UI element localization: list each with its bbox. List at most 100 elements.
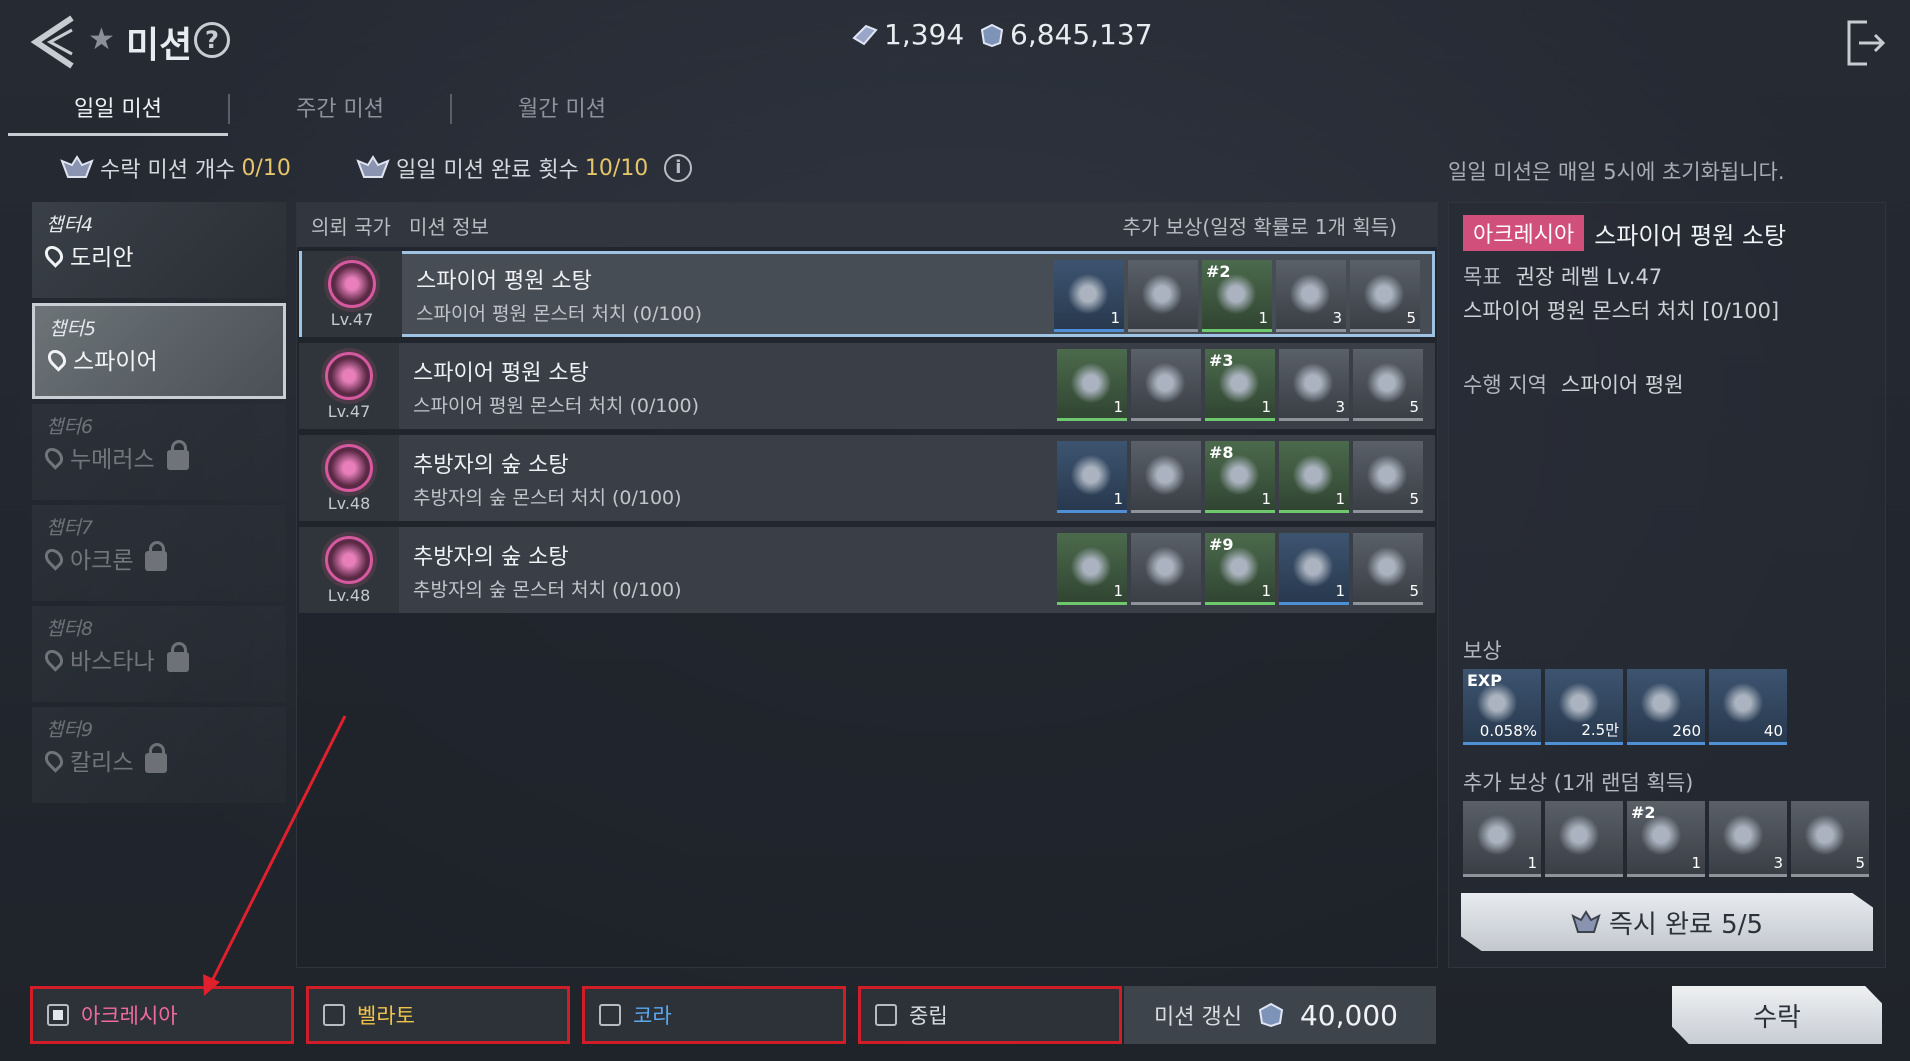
chapter-number: 챕터6 [46,416,94,438]
reward-item[interactable]: 2.5만 [1545,669,1623,745]
reward-item[interactable]: 1 [1279,533,1349,605]
mission-list: 의뢰 국가 미션 정보 추가 보상(일정 확률로 1개 획득) Lv.47 스파… [296,202,1438,968]
reward-icon [1362,272,1406,316]
reward-icon [1143,361,1187,405]
reward-quantity: 1 [1261,582,1271,600]
favorite-star-icon[interactable]: ★ [88,22,115,57]
reward-item[interactable]: EXP 0.058% [1463,669,1541,745]
instant-complete-button[interactable]: 즉시 완료 5/5 [1461,893,1873,951]
completed-counter: 일일 미션 완료 횟수 10/10 i [356,152,693,184]
reward-quantity: 3 [1332,309,1342,327]
tab-monthly[interactable]: 월간 미션 [452,88,672,136]
reward-quantity: 1 [1110,309,1120,327]
mission-row[interactable]: Lv.48 추방자의 숲 소탕 추방자의 숲 몬스터 처치 (0/100) 1 #9… [299,527,1435,613]
reward-item[interactable]: #8 1 [1205,441,1275,513]
mission-row[interactable]: Lv.48 추방자의 숲 소탕 추방자의 숲 몬스터 처치 (0/100) 1 #8… [299,435,1435,521]
chapter-item-locked[interactable]: 챕터9 칼리스 [32,707,286,803]
reward-item[interactable] [1131,441,1201,513]
emblem-icon [60,155,94,178]
refresh-missions-button[interactable]: 미션 갱신 40,000 [1124,986,1436,1044]
reward-item[interactable]: 260 [1627,669,1705,745]
reward-quantity: 3 [1773,854,1783,872]
reward-quantity: 1 [1113,582,1123,600]
reward-item[interactable]: 40 [1709,669,1787,745]
filter-checkbox[interactable] [875,1004,897,1026]
location-pin-icon [41,444,67,470]
currency-a-value: 1,394 [884,18,965,51]
reward-item[interactable]: #9 1 [1205,533,1275,605]
reward-item[interactable]: 5 [1791,801,1869,877]
reward-item[interactable]: 1 [1057,349,1127,421]
mission-row[interactable]: Lv.47 스파이어 평원 소탕 스파이어 평원 몬스터 처치 (0/100) 1… [299,343,1435,429]
filter-cora[interactable]: 코라 [582,986,846,1044]
reward-quantity: 5 [1409,398,1419,416]
reward-item[interactable]: 3 [1279,349,1349,421]
lock-icon [166,440,189,470]
filter-acresia[interactable]: 아크레시아 [30,986,294,1044]
mission-level: Lv.47 [330,309,374,329]
col-nation: 의뢰 국가 [311,214,391,239]
reward-item[interactable]: 1 [1057,533,1127,605]
back-arrow-icon[interactable] [28,14,80,70]
filter-checkbox[interactable] [323,1004,345,1026]
page-title: 미션 [126,25,193,66]
reward-item[interactable] [1131,533,1201,605]
crystal-icon [852,24,878,45]
reward-item[interactable]: 3 [1276,260,1346,332]
reward-item[interactable]: 3 [1709,801,1787,877]
filter-neutral[interactable]: 중립 [858,986,1122,1044]
filter-checkbox[interactable] [47,1004,69,1026]
reward-label: 보상 [1463,639,1502,663]
reward-item[interactable]: #3 1 [1205,349,1275,421]
reward-icon [1721,813,1765,857]
acresia-emblem-icon [328,259,376,308]
chapter-item-locked[interactable]: 챕터6 누메러스 [32,404,286,500]
exit-icon[interactable] [1845,18,1885,68]
info-icon[interactable]: i [664,154,693,182]
chapter-number: 챕터5 [49,318,97,340]
reward-item[interactable]: 5 [1353,441,1423,513]
currency-b: 6,845,137 [980,18,1153,51]
mission-title: 추방자의 숲 소탕 [413,452,569,478]
reward-item[interactable]: 5 [1353,533,1423,605]
mission-row[interactable]: Lv.47 스파이어 평원 소탕 스파이어 평원 몬스터 처치 (0/100) 1… [299,251,1435,337]
reward-item[interactable]: 1 [1054,260,1124,332]
filter-bellato[interactable]: 벨라토 [306,986,570,1044]
chapter-item-locked[interactable]: 챕터7 아크론 [32,505,286,601]
reward-icon [1143,453,1187,497]
chapter-item-selected[interactable]: 챕터5 스파이어 [32,303,286,399]
nation-emblem: Lv.47 [299,343,399,429]
reward-item[interactable] [1545,801,1623,877]
nation-filters: 아크레시아 벨라토 코라 중립 [30,986,1122,1044]
mission-subtitle: 추방자의 숲 몬스터 처치 (0/100) [413,578,682,601]
reward-item[interactable]: 1 [1279,441,1349,513]
filter-checkbox[interactable] [599,1004,621,1026]
reward-icon [1365,361,1409,405]
reward-item[interactable] [1131,349,1201,421]
reward-icon [1069,361,1113,405]
reward-icon [1066,272,1110,316]
chapter-item[interactable]: 챕터4 도리안 [32,202,286,298]
reward-icon [1721,681,1765,725]
reward-quantity: 1 [1113,398,1123,416]
tab-weekly[interactable]: 주간 미션 [230,88,450,136]
reward-quantity: 5 [1409,582,1419,600]
reward-item[interactable]: 5 [1350,260,1420,332]
reward-quantity: 0.058% [1479,722,1537,740]
tab-daily[interactable]: 일일 미션 [8,88,228,136]
nation-badge: 아크레시아 [1463,215,1585,251]
help-icon[interactable]: ? [194,22,230,58]
reward-item[interactable]: #2 1 [1627,801,1705,877]
reward-item[interactable] [1128,260,1198,332]
reward-quantity: 1 [1335,490,1345,508]
refresh-label: 미션 갱신 [1154,1005,1242,1030]
chapter-item-locked[interactable]: 챕터8 바스타나 [32,606,286,702]
reward-tag: #2 [1631,803,1656,822]
accept-button[interactable]: 수락 [1672,986,1882,1044]
reward-item[interactable]: 1 [1463,801,1541,877]
reward-item[interactable]: #2 1 [1202,260,1272,332]
reward-item[interactable]: 1 [1057,441,1127,513]
area-value: 스파이어 평원 [1560,373,1684,397]
reward-item[interactable]: 5 [1353,349,1423,421]
lock-icon [166,642,189,672]
